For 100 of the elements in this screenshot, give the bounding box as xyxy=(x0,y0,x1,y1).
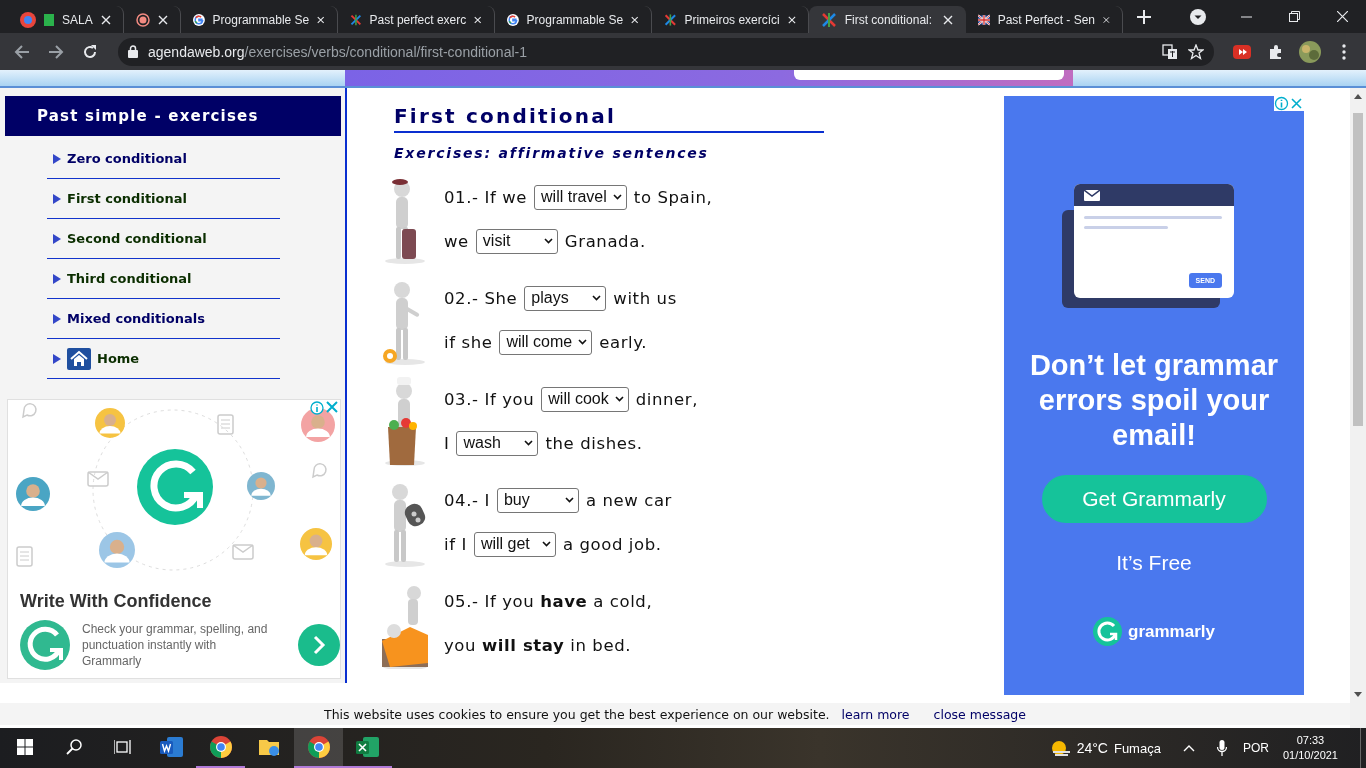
back-icon[interactable] xyxy=(14,43,30,60)
flag-icon xyxy=(977,12,990,27)
sentence-text: to Spain, xyxy=(633,187,713,207)
scroll-up-icon[interactable] xyxy=(1354,93,1362,99)
word-icon[interactable] xyxy=(159,736,184,758)
caret-icon xyxy=(578,339,588,345)
sentence-text: 02.- She xyxy=(444,288,518,308)
chrome-icon[interactable] xyxy=(209,736,232,758)
square-icon xyxy=(44,13,54,26)
task-view-icon[interactable] xyxy=(113,739,132,755)
folder-icon[interactable] xyxy=(258,737,281,757)
new-tab-icon[interactable] xyxy=(1136,9,1151,24)
sentence-text: with us xyxy=(613,288,677,308)
app-icon xyxy=(20,11,36,28)
chevron-up-icon[interactable] xyxy=(1182,744,1195,752)
caret-icon xyxy=(612,194,622,200)
answer-dropdown[interactable]: visit xyxy=(475,228,558,254)
close-icon[interactable] xyxy=(474,14,482,25)
restore-icon[interactable] xyxy=(1288,11,1300,22)
chevron-right-icon xyxy=(312,635,326,655)
lock-icon xyxy=(128,45,138,58)
close-icon[interactable] xyxy=(1103,14,1110,25)
sentence-text: if I xyxy=(444,534,467,554)
microphone-icon[interactable] xyxy=(1216,740,1227,756)
ad-headline: Don’t let grammar errors spoil your email! xyxy=(1028,348,1280,453)
answer-dropdown[interactable]: wash xyxy=(456,430,539,456)
translate-icon[interactable] xyxy=(1162,43,1178,60)
triangle-icon xyxy=(53,233,61,244)
grammarly-logo-icon xyxy=(20,620,70,670)
caret-icon xyxy=(541,541,551,547)
answer-dropdown[interactable]: will come xyxy=(499,329,593,355)
caret-icon xyxy=(592,295,602,301)
sentence-text: Granada. xyxy=(564,231,646,251)
close-icon[interactable] xyxy=(631,14,639,25)
triangle-icon xyxy=(53,153,61,164)
sidebar-title: Past simple - exercises xyxy=(5,96,341,136)
close-icon[interactable] xyxy=(317,14,325,25)
caret-icon xyxy=(564,497,574,503)
sentence-text: 05.- If you have a cold, xyxy=(444,591,653,611)
star-icon[interactable] xyxy=(1188,43,1204,60)
sentence-text: we xyxy=(444,231,469,251)
ad-headline: Write With Confidence xyxy=(20,591,213,612)
temperature[interactable]: 24°C xyxy=(1076,740,1108,756)
ad-description: Check your grammar, spelling, and punctuation instantly with Grammarly xyxy=(82,621,269,669)
info-icon[interactable] xyxy=(1274,96,1289,111)
clock[interactable]: 07:33 01/10/2021 xyxy=(1282,733,1338,763)
record-icon xyxy=(135,12,150,27)
sidebar-link[interactable]: First conditional xyxy=(67,191,187,206)
sidebar-link[interactable]: Second conditional xyxy=(67,231,207,246)
sidebar-link[interactable]: Home xyxy=(97,351,140,366)
triangle-icon xyxy=(53,193,61,204)
answer-dropdown[interactable]: buy xyxy=(496,487,579,513)
sentence-text: a new car xyxy=(585,490,672,510)
weather-condition[interactable]: Fumaça xyxy=(1113,740,1161,756)
sidebar-link[interactable]: Third conditional xyxy=(67,271,192,286)
forward-icon[interactable] xyxy=(48,43,64,60)
triangle-icon xyxy=(53,273,61,284)
google-icon xyxy=(192,11,205,28)
menu-icon[interactable] xyxy=(1342,43,1346,60)
tab-search-icon[interactable] xyxy=(1190,8,1206,25)
sentence-text: a good job. xyxy=(562,534,662,554)
avatar-icon[interactable] xyxy=(1299,40,1321,63)
windows-icon[interactable] xyxy=(16,739,33,755)
cookie-message: This website uses cookies to ensure you get the best experience on our website. xyxy=(324,706,830,722)
chrome-icon[interactable] xyxy=(307,736,330,758)
caret-icon xyxy=(614,396,624,402)
answer-dropdown[interactable]: will travel xyxy=(534,184,627,210)
sentence-text: if she xyxy=(444,332,493,352)
close-message-link[interactable]: close message xyxy=(933,706,1026,722)
sentence-text: dinner, xyxy=(635,389,699,409)
sentence-text: 01.- If we xyxy=(444,187,527,207)
ad-note: It’s Free xyxy=(1116,551,1192,575)
sentence-text: the dishes. xyxy=(545,433,643,453)
brand-name: grammarly xyxy=(1128,621,1215,642)
triangle-icon xyxy=(53,313,61,324)
weather-icon[interactable] xyxy=(1050,740,1071,756)
sentence-text: 03.- If you xyxy=(444,389,535,409)
language-indicator[interactable]: POR xyxy=(1242,741,1269,755)
browser-tab[interactable]: First conditional: xyxy=(808,6,966,33)
puzzle-icon[interactable] xyxy=(1268,43,1284,60)
sentence-text: early. xyxy=(599,332,648,352)
sidebar-link[interactable]: Mixed conditionals xyxy=(67,311,205,326)
answer-dropdown[interactable]: will cook xyxy=(541,386,629,412)
scrollbar-thumb[interactable] xyxy=(1353,113,1363,426)
house-icon xyxy=(67,347,91,370)
extension-icon[interactable] xyxy=(1233,44,1251,59)
sidebar-link[interactable]: Zero conditional xyxy=(67,151,187,166)
scrollbar[interactable] xyxy=(1350,88,1366,728)
answer-dropdown[interactable]: will get xyxy=(473,531,556,557)
crossed-arrows-icon xyxy=(663,11,677,28)
reload-icon[interactable] xyxy=(82,43,98,60)
learn-more-link[interactable]: learn more xyxy=(841,706,910,722)
search-icon[interactable] xyxy=(65,739,82,755)
info-icon[interactable] xyxy=(310,401,324,415)
caret-icon xyxy=(543,238,553,244)
page-title: First conditional xyxy=(394,104,616,128)
answer-dropdown[interactable]: plays xyxy=(524,285,607,311)
scroll-down-icon[interactable] xyxy=(1354,692,1362,698)
excel-icon[interactable] xyxy=(355,736,380,758)
sentence-text: 04.- I xyxy=(444,490,490,510)
